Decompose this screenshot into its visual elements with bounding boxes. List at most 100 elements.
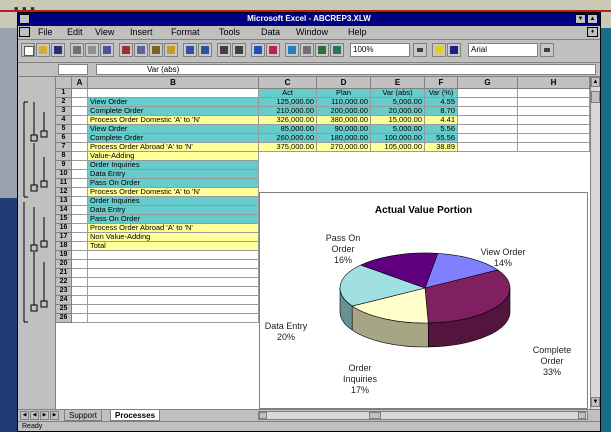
paste-icon[interactable] [149,43,163,57]
cell-a[interactable] [72,116,88,125]
zoom-dropdown-icon[interactable] [413,43,427,57]
table-cell-var-abs[interactable]: 5,000.00 [371,125,425,134]
menu-view[interactable]: View [95,27,114,37]
table-row-label[interactable]: Complete Order [88,107,259,116]
row-header[interactable]: 17 [56,233,72,242]
scroll-right-button[interactable] [578,412,586,419]
cell-empty[interactable] [88,269,259,278]
tab-processes[interactable]: Processes [110,410,161,421]
row-header[interactable]: 25 [56,305,72,314]
name-box[interactable] [58,64,88,75]
cell-a[interactable] [72,251,88,260]
cell-empty[interactable] [88,251,259,260]
table-cell-act[interactable]: 260,000.00 [259,134,317,143]
table-cell-var-pct[interactable]: 4.41 [425,116,458,125]
title-bar[interactable]: Microsoft Excel - ABCREP3.XLW ▼ ▲ [18,13,600,26]
row-header[interactable]: 10 [56,170,72,179]
cell-a[interactable] [72,260,88,269]
column-header-b[interactable]: B [88,77,259,89]
print-icon[interactable] [70,43,84,57]
cell-a[interactable] [72,233,88,242]
row-header[interactable]: 15 [56,215,72,224]
column-header-d[interactable]: D [317,77,371,89]
table-cell-act[interactable]: 375,000.00 [259,143,317,152]
scroll-down-button[interactable]: ▼ [591,397,600,407]
cell-empty[interactable] [88,305,259,314]
table-cell-plan[interactable]: 200,000.00 [317,107,371,116]
cell-a[interactable] [72,107,88,116]
horizontal-scrollbar[interactable] [258,411,588,420]
zoom-field[interactable]: 100% [350,43,410,57]
cell-empty[interactable] [88,296,259,305]
table-row-label[interactable]: Order Inquiries [88,161,259,170]
cell-a[interactable] [72,242,88,251]
table-header-cell[interactable]: Var (abs) [371,89,425,98]
formula-content[interactable]: Var (abs) [96,64,596,75]
undo-icon[interactable] [183,43,197,57]
cell-empty[interactable] [458,107,518,116]
row-header[interactable]: 9 [56,161,72,170]
row-header[interactable]: 1 [56,89,72,98]
table-row-label[interactable]: View Order [88,98,259,107]
table-cell-var-abs[interactable]: 100,000.00 [371,134,425,143]
row-header[interactable]: 5 [56,125,72,134]
row-header[interactable]: 12 [56,188,72,197]
scroll-left-button[interactable] [259,412,267,419]
hscroll-thumb[interactable] [369,412,381,419]
cell-empty[interactable] [88,260,259,269]
table-row-label[interactable]: Pass On Order [88,215,259,224]
cell-b-header[interactable] [88,89,259,98]
autosum-icon[interactable] [217,43,231,57]
minimize-button[interactable]: ▼ [575,14,586,24]
menu-help[interactable]: Help [348,27,367,37]
cell-a[interactable] [72,98,88,107]
cell-empty[interactable] [518,107,590,116]
cell-a[interactable] [72,224,88,233]
table-cell-plan[interactable]: 270,000.00 [317,143,371,152]
table-cell-plan[interactable]: 110,000.00 [317,98,371,107]
cell-a[interactable] [72,152,88,161]
table-cell-var-pct[interactable]: 38.89 [425,143,458,152]
table-cell-act[interactable]: 125,000.00 [259,98,317,107]
table-header-cell[interactable]: Var (%) [425,89,458,98]
table-header-cell[interactable]: Act [259,89,317,98]
table-row-label[interactable]: Process Order Domestic 'A' to 'N' [88,116,259,125]
table-header-cell[interactable]: Plan [317,89,371,98]
cell-a[interactable] [72,197,88,206]
outline-brackets[interactable] [18,77,56,409]
pie-chart[interactable]: Actual Value Portion Pass On Order 16% Vi… [259,192,588,409]
menu-insert[interactable]: Insert [130,27,153,37]
row-header[interactable]: 14 [56,206,72,215]
cell-empty[interactable] [88,314,259,323]
cell-a[interactable] [72,161,88,170]
cell-empty[interactable] [458,98,518,107]
cell-a[interactable] [72,278,88,287]
select-all-corner[interactable] [56,77,72,89]
cell-a[interactable] [72,143,88,152]
row-header[interactable]: 13 [56,197,72,206]
repeat-icon[interactable] [198,43,212,57]
function-wizard-icon[interactable] [232,43,246,57]
cell-a[interactable] [72,215,88,224]
cell-a[interactable] [72,296,88,305]
column-header-a[interactable]: A [72,77,88,89]
cell-a[interactable] [72,314,88,323]
cell-a[interactable] [72,89,88,98]
save-icon[interactable] [51,43,65,57]
menu-file[interactable]: File [38,27,53,37]
column-header-e[interactable]: E [371,77,425,89]
column-header-h[interactable]: H [518,77,590,89]
cell-a[interactable] [72,206,88,215]
row-header[interactable]: 21 [56,269,72,278]
row-header[interactable]: 22 [56,278,72,287]
cell-empty[interactable] [458,89,518,98]
table-cell-act[interactable]: 85,000.00 [259,125,317,134]
menu-data[interactable]: Data [261,27,280,37]
new-file-icon[interactable] [21,43,35,57]
spelling-icon[interactable] [100,43,114,57]
row-header[interactable]: 2 [56,98,72,107]
first-sheet-button[interactable]: ◀ [20,411,29,420]
row-header[interactable]: 23 [56,287,72,296]
row-header[interactable]: 20 [56,260,72,269]
tip-wizard-icon[interactable] [432,43,446,57]
